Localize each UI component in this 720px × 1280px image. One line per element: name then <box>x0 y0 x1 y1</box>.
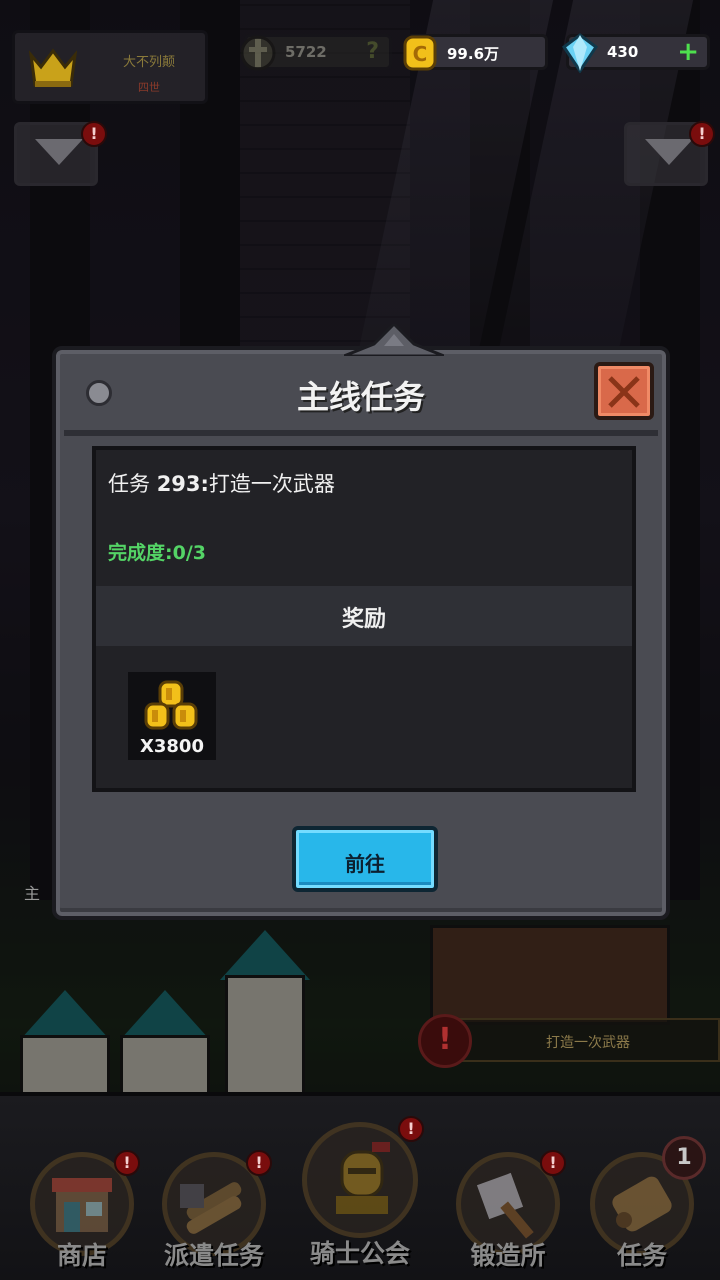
dialog-title: 主线任务 <box>296 378 425 416</box>
add-gems-button[interactable]: + <box>677 37 699 67</box>
quest-hint-text: 打造一次武器 <box>546 1035 630 1051</box>
alert-icon: ! <box>81 121 107 147</box>
player-name: 大不列颠 <box>122 55 175 70</box>
gold-value: 99.6万 <box>447 45 500 63</box>
hammer-icon <box>476 1172 534 1239</box>
gold-coins-icon <box>144 680 198 730</box>
task-progress: 完成度:0/3 <box>108 542 206 564</box>
nav-label: 骑士公会 <box>309 1239 410 1268</box>
task-panel: 任务 293:打造一次武器 完成度:0/3 奖励 X3800 <box>92 446 636 792</box>
svg-text:C: C <box>413 42 428 66</box>
shop-icon <box>52 1178 112 1232</box>
nav-knight-guild[interactable]: ! 骑士公会 <box>300 1112 424 1268</box>
knight-helmet-icon <box>336 1142 390 1214</box>
divider <box>64 430 658 436</box>
reward-item[interactable]: X3800 <box>128 672 216 760</box>
nav-tasks[interactable]: 1 任务 <box>582 1136 706 1272</box>
nav-shop[interactable]: ! 商店 <box>22 1142 142 1272</box>
main-quest-dialog: 主线任务 任务 293:打造一次武器 完成度:0/3 奖励 X3800 前往 <box>52 324 670 920</box>
diamond-icon <box>561 33 599 73</box>
reward-title: 奖励 <box>341 607 386 632</box>
alert-icon: ! <box>689 121 715 147</box>
right-dropdown-button[interactable]: ! <box>624 121 715 186</box>
player-info[interactable]: 大不列颠 四世 <box>12 30 208 104</box>
alert-icon: ! <box>398 1116 424 1142</box>
bottom-nav: ! 商店 ! 派遣任务 ! 骑士公会 ! 锻造所 1 任务 <box>0 1092 720 1280</box>
alert-icon: ! <box>246 1150 272 1176</box>
close-button[interactable] <box>594 362 654 420</box>
close-icon <box>608 376 640 408</box>
nav-label: 派遣任务 <box>163 1241 264 1270</box>
go-button[interactable]: 前往 <box>292 826 438 892</box>
power-value: 5722 <box>285 43 327 61</box>
chevron-down-icon <box>645 139 693 165</box>
side-tag: 主 <box>24 884 41 903</box>
nav-forge[interactable]: ! 锻造所 <box>448 1142 568 1272</box>
gold-counter[interactable]: C 99.6万 <box>403 34 548 71</box>
task-title: 任务 293:打造一次武器 <box>108 468 335 498</box>
alert-icon: ! <box>540 1150 566 1176</box>
crown-icon <box>29 48 77 87</box>
crest-ornament <box>344 324 444 356</box>
gem-counter[interactable]: 430 + <box>561 33 710 73</box>
logs-icon <box>180 1182 242 1234</box>
task-number: 293: <box>156 472 209 496</box>
gold-coin-icon: C <box>403 35 437 71</box>
go-button-label: 前往 <box>345 852 385 876</box>
scroll-icon <box>612 1176 672 1232</box>
power-counter[interactable]: 5722 ? <box>240 34 392 71</box>
chevron-down-icon <box>35 139 83 165</box>
quest-hint-bar[interactable]: 打造一次武器 <box>440 1018 720 1062</box>
help-icon[interactable]: ? <box>366 39 379 64</box>
nav-label: 锻造所 <box>470 1241 546 1270</box>
quest-alert-icon[interactable]: ! <box>418 1014 472 1068</box>
nav-dispatch[interactable]: ! 派遣任务 <box>154 1142 274 1272</box>
nav-label: 任务 <box>616 1241 667 1270</box>
reward-header: 奖励 <box>96 586 632 646</box>
player-title: 四世 <box>138 81 160 94</box>
left-dropdown-button[interactable]: ! <box>14 121 107 186</box>
alert-icon: ! <box>114 1150 140 1176</box>
gem-value: 430 <box>607 43 639 61</box>
reward-count: X3800 <box>140 736 204 757</box>
nav-label: 商店 <box>56 1241 107 1270</box>
sword-icon <box>240 35 276 71</box>
task-name: 打造一次武器 <box>208 472 335 496</box>
task-prefix: 任务 <box>108 472 157 496</box>
task-count-badge: 1 <box>662 1136 706 1180</box>
